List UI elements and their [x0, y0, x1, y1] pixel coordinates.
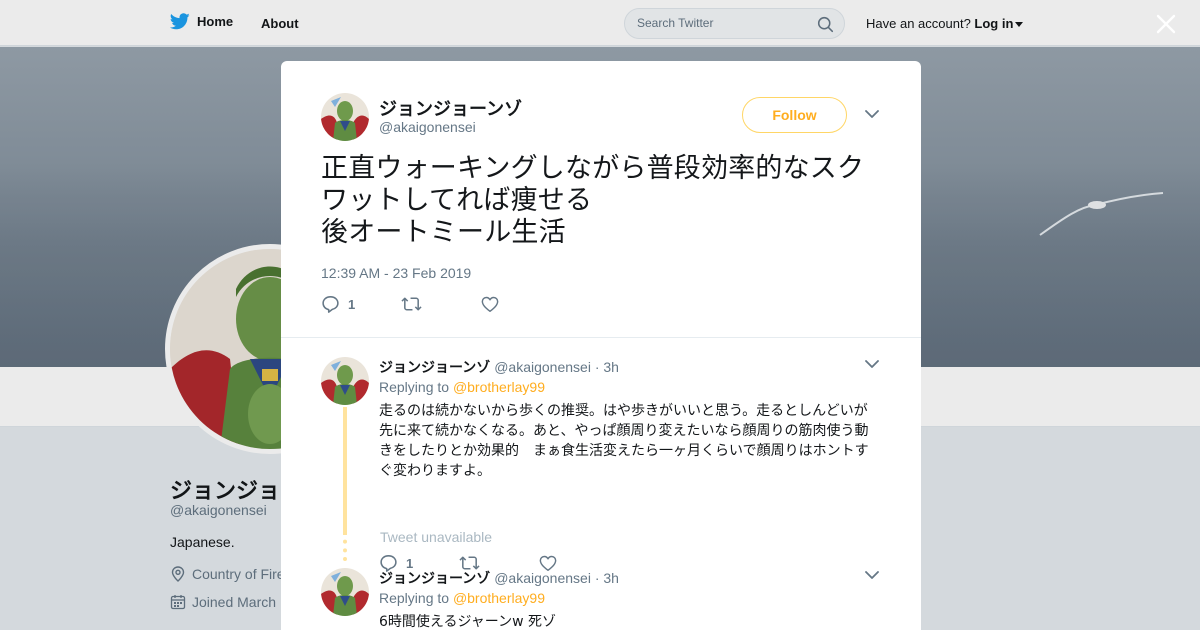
reply-author-name[interactable]: ジョンジョーンゾ: [379, 360, 490, 376]
tweet-unavailable-notice: Tweet unavailable: [380, 529, 493, 545]
mention-link[interactable]: @brotherlay99: [453, 590, 545, 606]
like-button[interactable]: [481, 296, 561, 313]
reply-time[interactable]: 3h: [603, 359, 619, 375]
tweet-author-name[interactable]: ジョンジョーンゾ: [379, 95, 522, 121]
separator-dot: ·: [594, 359, 600, 375]
replying-to-prefix: Replying to: [379, 590, 450, 606]
reply-author-handle[interactable]: @akaigonensei: [494, 359, 591, 375]
reply-time[interactable]: 3h: [603, 570, 619, 586]
reply-author-handle[interactable]: @akaigonensei: [494, 570, 591, 586]
separator-dot: ·: [594, 570, 600, 586]
close-icon: [1156, 14, 1176, 34]
reply-count: 1: [348, 296, 356, 312]
tweet-text: 正直ウォーキングしながら普段効率的なスク ワットしてれば痩せる 後オートミール生…: [321, 153, 865, 248]
tweet-actions: 1: [321, 295, 561, 313]
chevron-down-icon[interactable]: [865, 109, 879, 119]
retweet-icon: [401, 297, 422, 311]
reply-header: ジョンジョーンゾ @akaigonensei · 3h: [379, 568, 619, 588]
avatar-image: [321, 357, 369, 405]
follow-button[interactable]: Follow: [742, 97, 847, 133]
replying-to: Replying to @brotherlay99: [379, 379, 545, 395]
mention-link[interactable]: @brotherlay99: [453, 379, 545, 395]
chevron-down-icon[interactable]: [865, 570, 879, 580]
tweet-author-avatar[interactable]: [321, 93, 369, 141]
tweet-modal: ジョンジョーンゾ @akaigonensei Follow 正直ウォーキングしな…: [281, 61, 921, 630]
avatar-image: [321, 568, 369, 616]
reply-author-avatar[interactable]: [321, 568, 369, 616]
reply-icon: [322, 296, 339, 313]
chevron-down-icon[interactable]: [865, 359, 879, 369]
reply-button[interactable]: 1: [321, 295, 401, 313]
reply-text: 走るのは続かないから歩くの推奨。はや歩きがいいと思う。走るとしんどいが先に来て続…: [379, 403, 869, 479]
reply-header: ジョンジョーンゾ @akaigonensei · 3h: [379, 357, 619, 377]
reply-author-name[interactable]: ジョンジョーンゾ: [379, 571, 490, 587]
avatar-image: [321, 93, 369, 141]
reply-tweet[interactable]: ジョンジョーンゾ @akaigonensei · 3h Replying to …: [321, 357, 881, 572]
close-modal-button[interactable]: [1154, 12, 1178, 36]
tweet-author-handle[interactable]: @akaigonensei: [379, 119, 476, 135]
heart-icon: [481, 296, 499, 312]
tweet-timestamp[interactable]: 12:39 AM - 23 Feb 2019: [321, 265, 471, 281]
divider: [281, 337, 921, 338]
replying-to: Replying to @brotherlay99: [379, 590, 545, 606]
retweet-button[interactable]: [401, 296, 481, 312]
reply-tweet[interactable]: ジョンジョーンゾ @akaigonensei · 3h Replying to …: [321, 568, 881, 630]
replying-to-prefix: Replying to: [379, 379, 450, 395]
reply-author-avatar[interactable]: [321, 357, 369, 405]
reply-text: 6時間使えるジャーンw 死ゾ: [379, 614, 556, 630]
